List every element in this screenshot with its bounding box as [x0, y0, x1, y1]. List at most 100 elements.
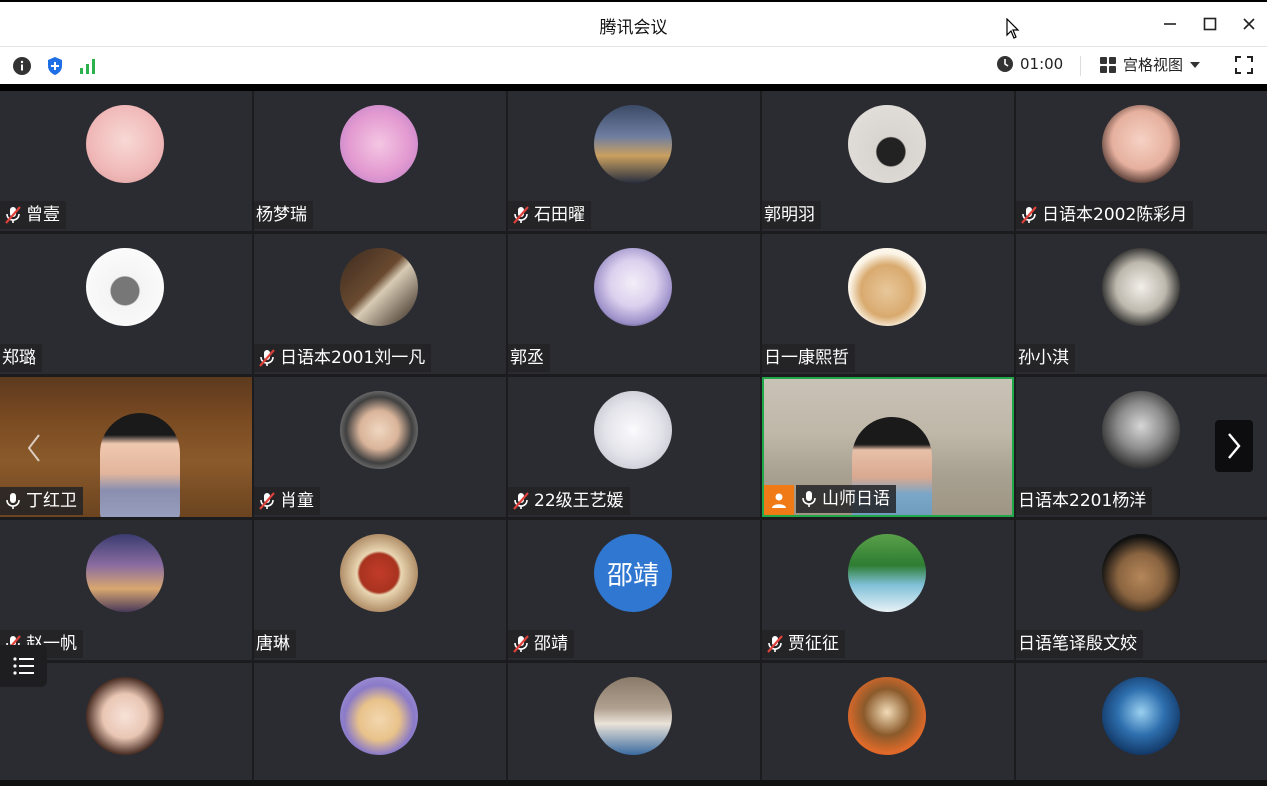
participant-name: 日一康熙哲	[764, 348, 849, 368]
avatar	[848, 105, 926, 183]
mic-status	[1016, 201, 1042, 229]
participant-tile[interactable]: 22级王艺媛	[508, 377, 760, 517]
participant-tile[interactable]: 日一康熙哲	[762, 234, 1014, 374]
participant-tile[interactable]: 日语笔译殷文姣	[1016, 520, 1267, 660]
participant-nameplate: 唐琳	[254, 630, 296, 658]
participant-tile[interactable]: 曾壹	[0, 91, 252, 231]
participant-nameplate: 郭丞	[508, 344, 550, 372]
participant-name: 贾征征	[788, 634, 839, 654]
participant-name: 日语笔译殷文姣	[1018, 634, 1137, 654]
avatar	[340, 105, 418, 183]
fullscreen-icon[interactable]	[1234, 55, 1254, 75]
avatar	[86, 534, 164, 612]
participant-nameplate: 山师日语	[796, 485, 896, 513]
avatar	[848, 248, 926, 326]
meeting-toolbar: 01:00 宫格视图	[0, 46, 1267, 84]
participant-tile[interactable]: 日语本2002陈彩月	[1016, 91, 1267, 231]
mic-muted-icon	[259, 492, 275, 510]
participant-tile[interactable]: 郭菁	[508, 663, 760, 786]
avatar	[1102, 534, 1180, 612]
participant-tile[interactable]: 邵靖 邵靖	[508, 520, 760, 660]
view-mode-button[interactable]: 宫格视图	[1099, 54, 1201, 75]
mic-muted-icon	[513, 635, 529, 653]
maximize-button[interactable]	[1198, 12, 1222, 36]
participant-tile[interactable]: 孙小淇	[1016, 234, 1267, 374]
mic-status	[508, 630, 534, 658]
participant-name: 肖童	[280, 491, 314, 511]
avatar	[848, 534, 926, 612]
participant-tile[interactable]: 杨梦瑞	[254, 91, 506, 231]
info-icon[interactable]	[11, 55, 33, 77]
list-icon	[12, 657, 34, 675]
participant-tile[interactable]: 赵一帆	[0, 520, 252, 660]
participant-tile[interactable]: 日语本2001刘一凡	[254, 234, 506, 374]
participant-nameplate: 杨梦瑞	[254, 201, 313, 229]
shield-icon[interactable]	[44, 55, 66, 77]
participant-tile[interactable]: 郑璐	[0, 234, 252, 374]
avatar	[86, 248, 164, 326]
mic-muted-icon	[1021, 206, 1037, 224]
minimize-button[interactable]	[1158, 12, 1182, 36]
participant-nameplate: 肖童	[254, 487, 320, 515]
participant-name: 杨梦瑞	[256, 205, 307, 225]
participant-name: 郭明羽	[764, 205, 815, 225]
avatar	[340, 391, 418, 469]
avatar	[340, 677, 418, 755]
maximize-icon	[1203, 17, 1217, 31]
avatar-initials: 邵靖	[606, 560, 659, 591]
participant-nameplate: 邵靖	[508, 630, 574, 658]
participant-name: 日语本2002陈彩月	[1042, 205, 1188, 225]
avatar	[594, 105, 672, 183]
mic-muted-icon	[513, 492, 529, 510]
window-title: 腾讯会议	[599, 18, 668, 38]
participant-nameplate: 日语本2001刘一凡	[254, 344, 432, 372]
participant-name: 郑璐	[2, 348, 36, 368]
mic-status	[254, 344, 280, 372]
participant-name: 邵靖	[534, 634, 568, 654]
participant-tile[interactable]: 贾征征	[762, 520, 1014, 660]
mic-status	[254, 487, 280, 515]
grid-icon	[1100, 56, 1116, 73]
participant-list-button[interactable]	[0, 645, 47, 687]
avatar	[848, 677, 926, 755]
signal-icon[interactable]	[77, 55, 99, 77]
participant-tile[interactable]: 郭丞	[508, 234, 760, 374]
title-bar: 腾讯会议	[0, 0, 1267, 46]
close-button[interactable]	[1237, 12, 1261, 36]
next-page-button[interactable]	[1215, 420, 1253, 472]
minimize-icon	[1164, 23, 1176, 25]
participant-grid: 曾壹 杨梦瑞 石田曜 郭明羽 日语本2002陈彩月郑璐 日语本2001刘一凡 郭丞 日一康熙哲…	[0, 91, 1267, 786]
prev-page-button[interactable]	[22, 430, 46, 466]
close-icon	[1243, 18, 1255, 30]
avatar	[1102, 248, 1180, 326]
avatar	[1102, 677, 1180, 755]
mic-status	[762, 630, 788, 658]
participant-tile[interactable]: 山师日语	[762, 377, 1014, 517]
avatar	[340, 534, 418, 612]
avatar	[1102, 105, 1180, 183]
bottom-edge	[0, 780, 1267, 786]
participant-tile[interactable]: 金小佳	[1016, 663, 1267, 786]
participant-name: 丁红卫	[26, 491, 77, 511]
video-feed	[100, 413, 180, 517]
participant-tile[interactable]: 唐琳	[254, 520, 506, 660]
participant-name: 山师日语	[822, 489, 890, 509]
participant-nameplate: 郭明羽	[762, 201, 821, 229]
avatar	[594, 391, 672, 469]
participant-nameplate: 日语本2201杨洋	[1016, 487, 1153, 515]
participant-name: 石田曜	[534, 205, 585, 225]
participant-tile[interactable]: 王雨萌	[762, 663, 1014, 786]
mouse-cursor-icon	[1006, 18, 1020, 39]
participant-name: 唐琳	[256, 634, 290, 654]
mic-on-icon	[6, 493, 20, 509]
dropdown-icon	[1190, 61, 1201, 68]
participant-tile[interactable]: 汪亦恒	[254, 663, 506, 786]
clock-icon	[997, 56, 1013, 72]
participant-tile[interactable]: 郭明羽	[762, 91, 1014, 231]
participant-nameplate: 贾征征	[762, 630, 845, 658]
participant-tile[interactable]: 石田曜	[508, 91, 760, 231]
toolbar-divider	[1080, 56, 1081, 76]
chevron-right-icon	[1228, 433, 1241, 459]
host-badge-icon	[764, 485, 794, 515]
participant-tile[interactable]: 肖童	[254, 377, 506, 517]
